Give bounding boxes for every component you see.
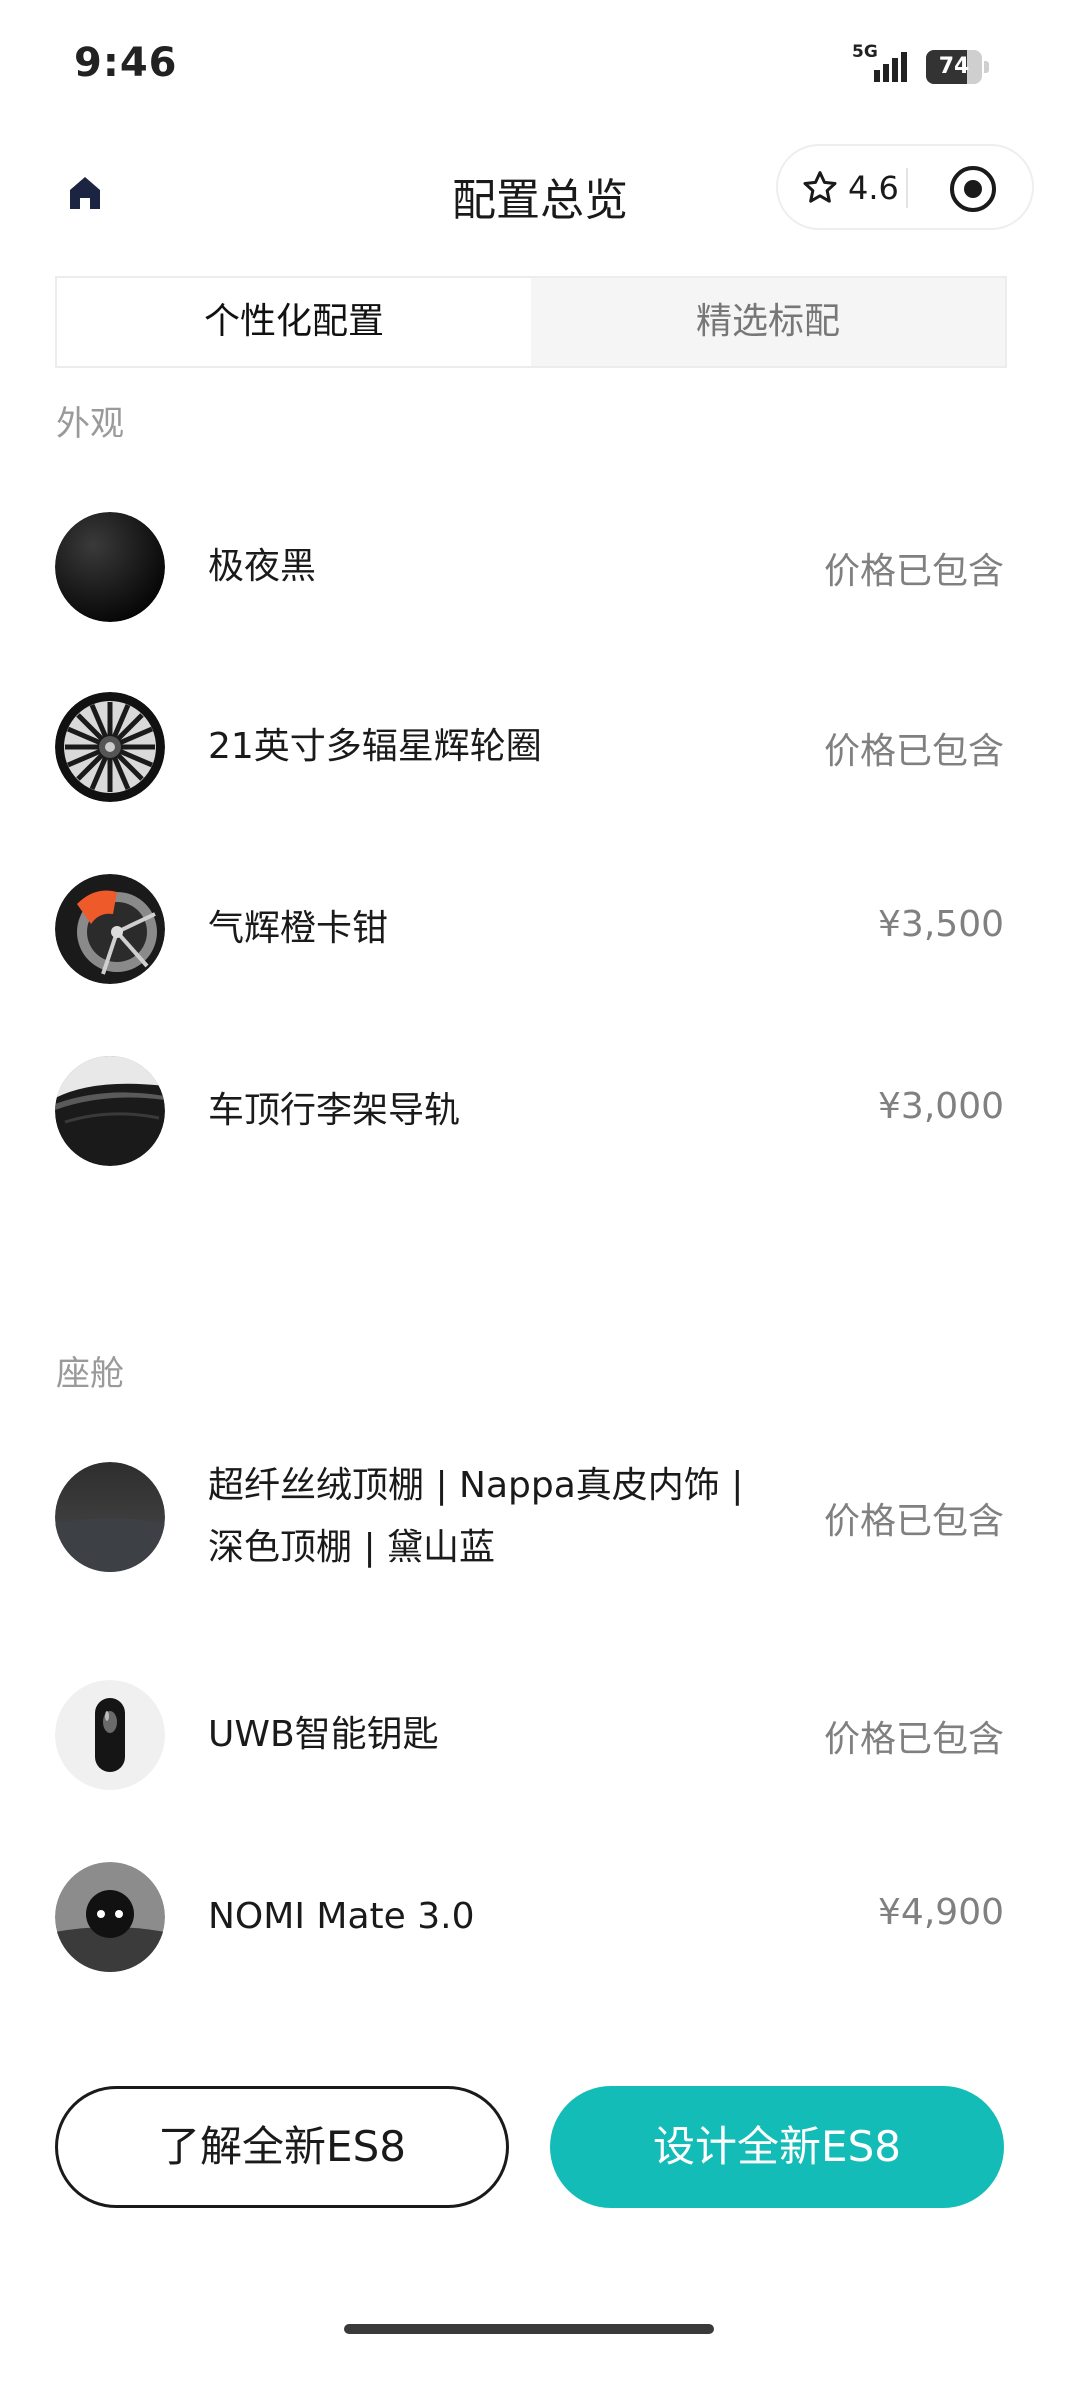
nomi-mate-icon (55, 1862, 165, 1972)
roof-rail-icon (55, 1056, 165, 1166)
rating-value: 4.6 (848, 169, 899, 207)
item-name: NOMI Mate 3.0 (208, 1896, 475, 1937)
item-price: 价格已包含 (823, 551, 1004, 592)
star-icon (803, 171, 837, 203)
tab-personalized-config[interactable]: 个性化配置 (57, 278, 531, 366)
section-label-exterior: 外观 (56, 404, 124, 444)
close-target-icon[interactable] (948, 164, 998, 214)
interior-fabric-swatch-icon (55, 1462, 165, 1572)
mini-program-capsule: 4.6 (776, 144, 1034, 230)
home-indicator[interactable] (344, 2324, 714, 2334)
item-name-line1: 超纤丝绒顶棚 | Nappa真皮内饰 | (208, 1465, 744, 1506)
design-es8-button[interactable]: 设计全新ES8 (550, 2086, 1004, 2208)
item-name: 气辉橙卡钳 (208, 908, 389, 949)
item-name: 极夜黑 (208, 546, 317, 587)
item-price: 价格已包含 (823, 731, 1004, 772)
black-paint-swatch-icon (55, 512, 165, 622)
tab-standard-config[interactable]: 精选标配 (531, 278, 1005, 366)
item-name: UWB智能钥匙 (208, 1714, 439, 1755)
item-name: 21英寸多辐星辉轮圈 (208, 726, 542, 767)
cellular-signal-icon: 5G (852, 42, 912, 88)
battery-level: 74 (938, 54, 970, 79)
rating-button[interactable]: 4.6 (800, 166, 899, 210)
wheel-rim-icon (55, 692, 165, 802)
config-tabs: 个性化配置 精选标配 (55, 276, 1007, 368)
smart-key-icon (55, 1680, 165, 1790)
orange-brake-caliper-icon (55, 874, 165, 984)
item-name: 车顶行李架导轨 (208, 1090, 461, 1131)
section-label-cabin: 座舱 (56, 1354, 124, 1394)
item-price: ¥4,900 (878, 1892, 1004, 1933)
item-price: 价格已包含 (823, 1719, 1004, 1760)
navigation-bar: 配置总览 4.6 (0, 140, 1080, 250)
status-bar: 9:46 5G 74 (0, 0, 1080, 130)
battery-icon: 74 (926, 50, 990, 84)
item-price: ¥3,500 (878, 904, 1004, 945)
capsule-divider (906, 168, 908, 208)
item-price: ¥3,000 (878, 1086, 1004, 1127)
learn-es8-button[interactable]: 了解全新ES8 (55, 2086, 509, 2208)
item-name-line2: 深色顶棚 | 黛山蓝 (208, 1527, 496, 1568)
item-price: 价格已包含 (823, 1501, 1004, 1542)
status-time: 9:46 (74, 40, 178, 86)
